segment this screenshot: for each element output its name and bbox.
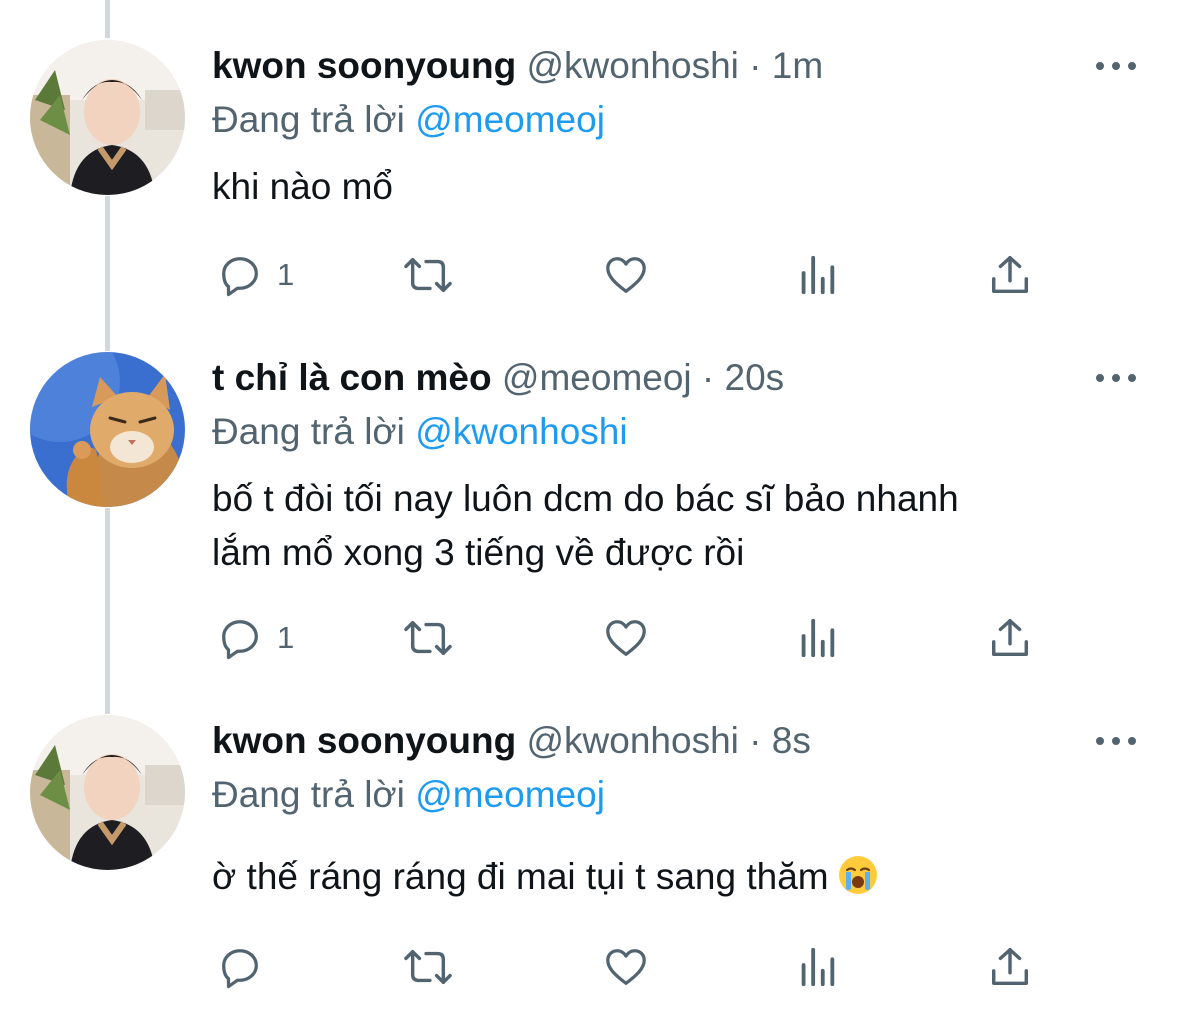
more-options-icon[interactable] bbox=[1096, 731, 1136, 751]
analytics-button[interactable] bbox=[797, 250, 837, 300]
author-handle[interactable]: @kwonhoshi bbox=[526, 720, 738, 761]
reply-button[interactable]: 1 bbox=[217, 613, 294, 663]
reply-count: 1 bbox=[277, 620, 295, 655]
tweet-header: t chỉ là con mèo @meomeoj · 20s bbox=[212, 358, 784, 398]
replying-to: Đang trả lời @meomeoj bbox=[212, 775, 605, 815]
like-button[interactable] bbox=[602, 942, 650, 992]
tweet-text: bố t đòi tối nay luôn dcm do bác sĩ bảo … bbox=[212, 472, 1152, 580]
person-avatar-image bbox=[30, 40, 185, 195]
separator-dot: · bbox=[749, 720, 762, 761]
author-name[interactable]: t chỉ là con mèo bbox=[212, 357, 492, 398]
timestamp[interactable]: 1m bbox=[772, 45, 823, 86]
tweet-text-line: lắm mổ xong 3 tiếng về được rồi bbox=[212, 532, 745, 573]
like-button[interactable] bbox=[602, 613, 650, 663]
retweet-icon bbox=[404, 620, 452, 656]
action-bar: 1 bbox=[212, 250, 1042, 300]
avatar[interactable] bbox=[30, 40, 185, 195]
replying-to-label: Đang trả lời bbox=[212, 774, 405, 815]
analytics-button[interactable] bbox=[797, 942, 837, 992]
analytics-icon bbox=[801, 255, 835, 295]
action-bar: 1 bbox=[212, 613, 1042, 663]
separator-dot: · bbox=[701, 357, 715, 398]
heart-icon bbox=[606, 949, 646, 985]
retweet-button[interactable] bbox=[402, 250, 454, 300]
replying-to: Đang trả lời @meomeoj bbox=[212, 100, 605, 140]
share-icon bbox=[991, 619, 1029, 657]
heart-icon bbox=[606, 257, 646, 293]
tweet-text-line: bố t đòi tối nay luôn dcm do bác sĩ bảo … bbox=[212, 478, 959, 519]
reply-button[interactable]: 1 bbox=[217, 250, 294, 300]
author-handle[interactable]: @meomeoj bbox=[502, 357, 692, 398]
tweet-3[interactable]: kwon soonyoung @kwonhoshi · 8s Đang trả … bbox=[0, 0, 1179, 989]
author-name[interactable]: kwon soonyoung bbox=[212, 720, 516, 761]
heart-icon bbox=[606, 620, 646, 656]
author-handle[interactable]: @kwonhoshi bbox=[526, 45, 738, 86]
replying-to: Đang trả lời @kwonhoshi bbox=[212, 412, 628, 452]
replying-to-mention[interactable]: @kwonhoshi bbox=[415, 411, 627, 452]
replying-to-label: Đang trả lời bbox=[212, 99, 405, 140]
reply-icon bbox=[222, 620, 258, 660]
separator-dot: · bbox=[749, 45, 762, 86]
share-icon bbox=[991, 256, 1029, 294]
tweet-text: khi nào mổ bbox=[212, 166, 393, 207]
share-button[interactable] bbox=[987, 613, 1033, 663]
tweet-text: ờ thế ráng ráng đi mai tụi t sang thăm bbox=[212, 850, 1152, 904]
analytics-icon bbox=[801, 618, 835, 658]
cat-avatar-image bbox=[30, 352, 185, 507]
retweet-button[interactable] bbox=[402, 613, 454, 663]
tweet-header: kwon soonyoung @kwonhoshi · 8s bbox=[212, 721, 811, 761]
reply-count: 1 bbox=[277, 257, 295, 292]
reply-icon bbox=[222, 257, 258, 297]
loudly-crying-face-icon bbox=[838, 856, 877, 894]
retweet-icon bbox=[404, 949, 452, 985]
avatar[interactable] bbox=[30, 352, 185, 507]
timestamp[interactable]: 20s bbox=[725, 357, 785, 398]
analytics-button[interactable] bbox=[797, 613, 837, 663]
more-options-icon[interactable] bbox=[1096, 368, 1136, 388]
avatar[interactable] bbox=[30, 715, 185, 870]
tweet-1[interactable]: kwon soonyoung @kwonhoshi · 1m Đang trả … bbox=[0, 0, 1179, 330]
more-options-icon[interactable] bbox=[1096, 56, 1136, 76]
like-button[interactable] bbox=[602, 250, 650, 300]
share-button[interactable] bbox=[987, 942, 1033, 992]
replying-to-mention[interactable]: @meomeoj bbox=[415, 99, 605, 140]
reply-icon bbox=[222, 949, 258, 989]
tweet-text-content: ờ thế ráng ráng đi mai tụi t sang thăm bbox=[212, 856, 829, 897]
share-button[interactable] bbox=[987, 250, 1033, 300]
timestamp[interactable]: 8s bbox=[772, 720, 811, 761]
tweet-header: kwon soonyoung @kwonhoshi · 1m bbox=[212, 46, 823, 86]
person-avatar-image bbox=[30, 715, 185, 870]
reply-button[interactable] bbox=[217, 942, 263, 992]
retweet-button[interactable] bbox=[402, 942, 454, 992]
share-icon bbox=[991, 948, 1029, 986]
thread-line-2 bbox=[105, 508, 110, 714]
analytics-icon bbox=[801, 947, 835, 987]
replying-to-mention[interactable]: @meomeoj bbox=[415, 774, 605, 815]
action-bar bbox=[212, 942, 1042, 992]
replying-to-label: Đang trả lời bbox=[212, 411, 405, 452]
retweet-icon bbox=[404, 257, 452, 293]
author-name[interactable]: kwon soonyoung bbox=[212, 45, 516, 86]
